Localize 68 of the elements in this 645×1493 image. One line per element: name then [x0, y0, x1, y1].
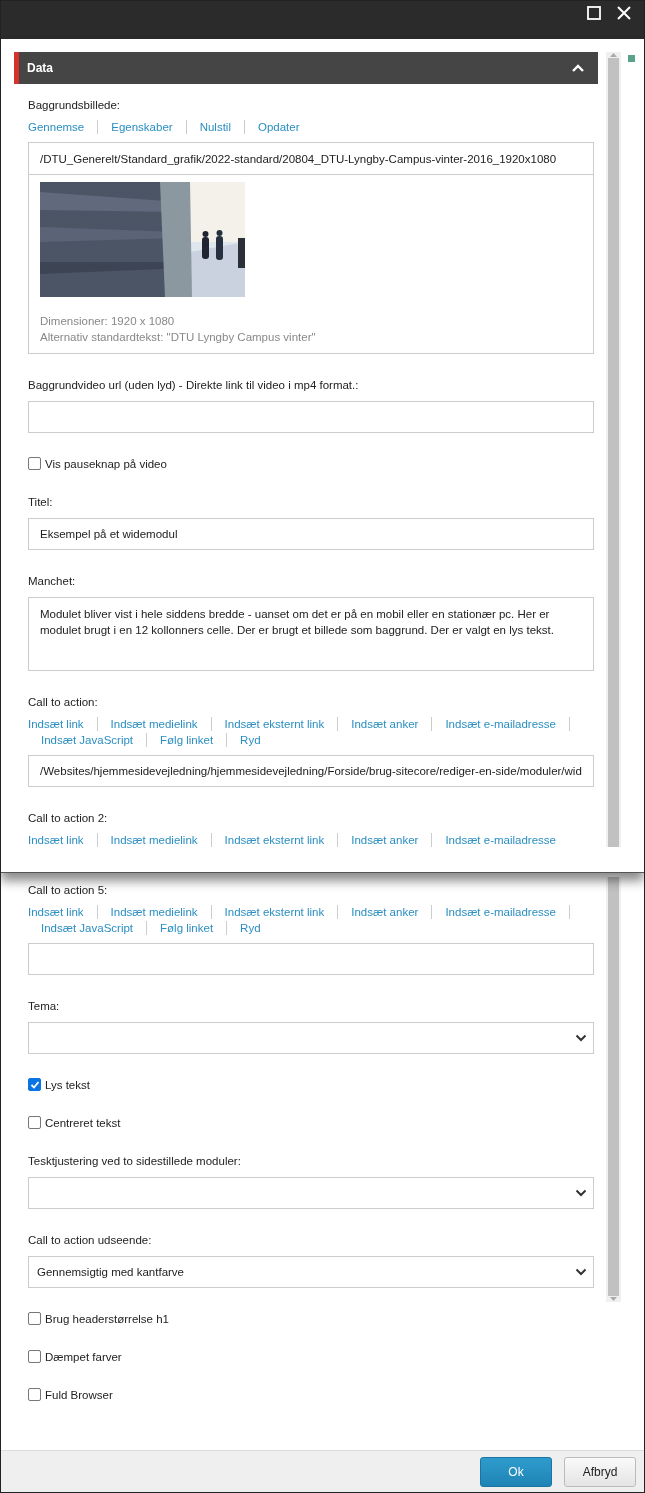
- link[interactable]: Ryd: [227, 921, 274, 935]
- input-field[interactable]: Eksempel på et widemodul: [28, 518, 594, 550]
- caret-icon: [575, 1268, 587, 1276]
- image-dimensions: Dimensioner: 1920 x 1080: [40, 314, 176, 329]
- checkbox[interactable]: [28, 1116, 41, 1129]
- link[interactable]: Indsæt e-mailadresse: [432, 833, 569, 847]
- link[interactable]: Indsæt medielink: [97, 717, 212, 731]
- link[interactable]: Indsæt e-mailadresse: [432, 717, 570, 731]
- checkbox[interactable]: [28, 1388, 41, 1401]
- link[interactable]: Indsæt anker: [338, 717, 433, 731]
- text-area[interactable]: Modulet bliver vist i hele siddens bredde - uanset om det er på en mobil eller en stationær pc. Her er modulet brugt i en 12 kollonners celle. Der er brugt et billede som baggrund. Der er valgt en lys tekst.: [28, 597, 594, 671]
- checkbox-label: Lys tekst: [45, 1078, 90, 1091]
- link[interactable]: Ryd: [227, 733, 274, 747]
- link[interactable]: Nulstil: [186, 120, 245, 134]
- link[interactable]: Indsæt eksternt link: [211, 905, 339, 919]
- caret-icon: [575, 1034, 587, 1042]
- link[interactable]: Følg linket: [147, 921, 228, 935]
- scrollbar[interactable]: [606, 877, 621, 1302]
- link[interactable]: Indsæt link: [28, 905, 98, 919]
- checkbox[interactable]: [28, 457, 41, 470]
- link[interactable]: Gennemse: [28, 120, 99, 134]
- maximize-icon[interactable]: [586, 5, 602, 21]
- checkbox[interactable]: [28, 1312, 41, 1325]
- link[interactable]: Indsæt link: [28, 833, 98, 847]
- field-label: Baggrundvideo url (uden lyd) - Direkte link til video i mp4 format.:: [28, 378, 359, 393]
- field-label: Tema:: [28, 999, 60, 1014]
- link[interactable]: Indsæt eksternt link: [211, 833, 339, 847]
- input-field[interactable]: [28, 943, 594, 975]
- link[interactable]: Indsæt medielink: [97, 833, 212, 847]
- field-label: Manchet:: [28, 574, 76, 589]
- field-label: Call to action 5:: [28, 883, 108, 898]
- link[interactable]: Indsæt anker: [338, 833, 433, 847]
- link[interactable]: Indsæt eksternt link: [211, 717, 339, 731]
- image-path: /DTU_Generelt/Standard_grafik/2022-standard/20804_DTU-Lyngby-Campus-vinter-2016_1920x1080: [29, 143, 593, 175]
- input-field[interactable]: /Websites/hjemmesidevejledning/hjemmesidevejledning/Forside/brug-sitecore/rediger-en-side/moduler/wid: [28, 755, 594, 787]
- field-label: Call to action udseende:: [28, 1233, 152, 1248]
- field-label: Call to action 2:: [28, 811, 108, 826]
- dropdown[interactable]: Gennemsigtig med kantfarve: [28, 1256, 594, 1288]
- field-label: Tesktjustering ved to sidestillede moduler:: [28, 1154, 241, 1169]
- link[interactable]: Følg linket: [147, 733, 228, 747]
- link[interactable]: Indsæt JavaScript: [28, 733, 148, 747]
- collapse-icon[interactable]: [572, 63, 584, 73]
- input-field[interactable]: [28, 401, 594, 433]
- checkbox-label: Brug headerstørrelse h1: [45, 1312, 169, 1325]
- status-square-icon: [627, 55, 635, 62]
- link[interactable]: Indsæt e-mailadresse: [432, 905, 570, 919]
- link[interactable]: Indsæt anker: [338, 905, 433, 919]
- close-icon[interactable]: [616, 5, 632, 21]
- link[interactable]: Indsæt medielink: [97, 905, 212, 919]
- field-label: Call to action:: [28, 695, 98, 710]
- scrollbar[interactable]: [606, 52, 621, 847]
- checkbox-label: Centreret tekst: [45, 1116, 121, 1129]
- field-label: Titel:: [28, 495, 53, 510]
- checkbox-label: Vis pauseknap på video: [45, 457, 167, 470]
- ok-button[interactable]: Ok: [480, 1456, 552, 1487]
- section-header[interactable]: Data: [14, 52, 598, 84]
- link[interactable]: Egenskaber: [98, 120, 187, 134]
- checkbox-label: Dæmpet farver: [45, 1350, 122, 1363]
- link[interactable]: Indsæt JavaScript: [28, 921, 148, 935]
- checkbox[interactable]: [28, 1350, 41, 1363]
- cancel-button[interactable]: Afbryd: [564, 1456, 636, 1487]
- field-label: Baggrundsbillede:: [28, 98, 121, 113]
- alt-text: Alternativ standardtekst: "DTU Lyngby Campus vinter": [40, 330, 317, 345]
- checkbox-label: Fuld Browser: [45, 1388, 113, 1401]
- link[interactable]: Opdater: [244, 120, 313, 134]
- link[interactable]: Indsæt link: [28, 717, 98, 731]
- caret-icon: [575, 1189, 587, 1197]
- checkbox[interactable]: [28, 1078, 41, 1091]
